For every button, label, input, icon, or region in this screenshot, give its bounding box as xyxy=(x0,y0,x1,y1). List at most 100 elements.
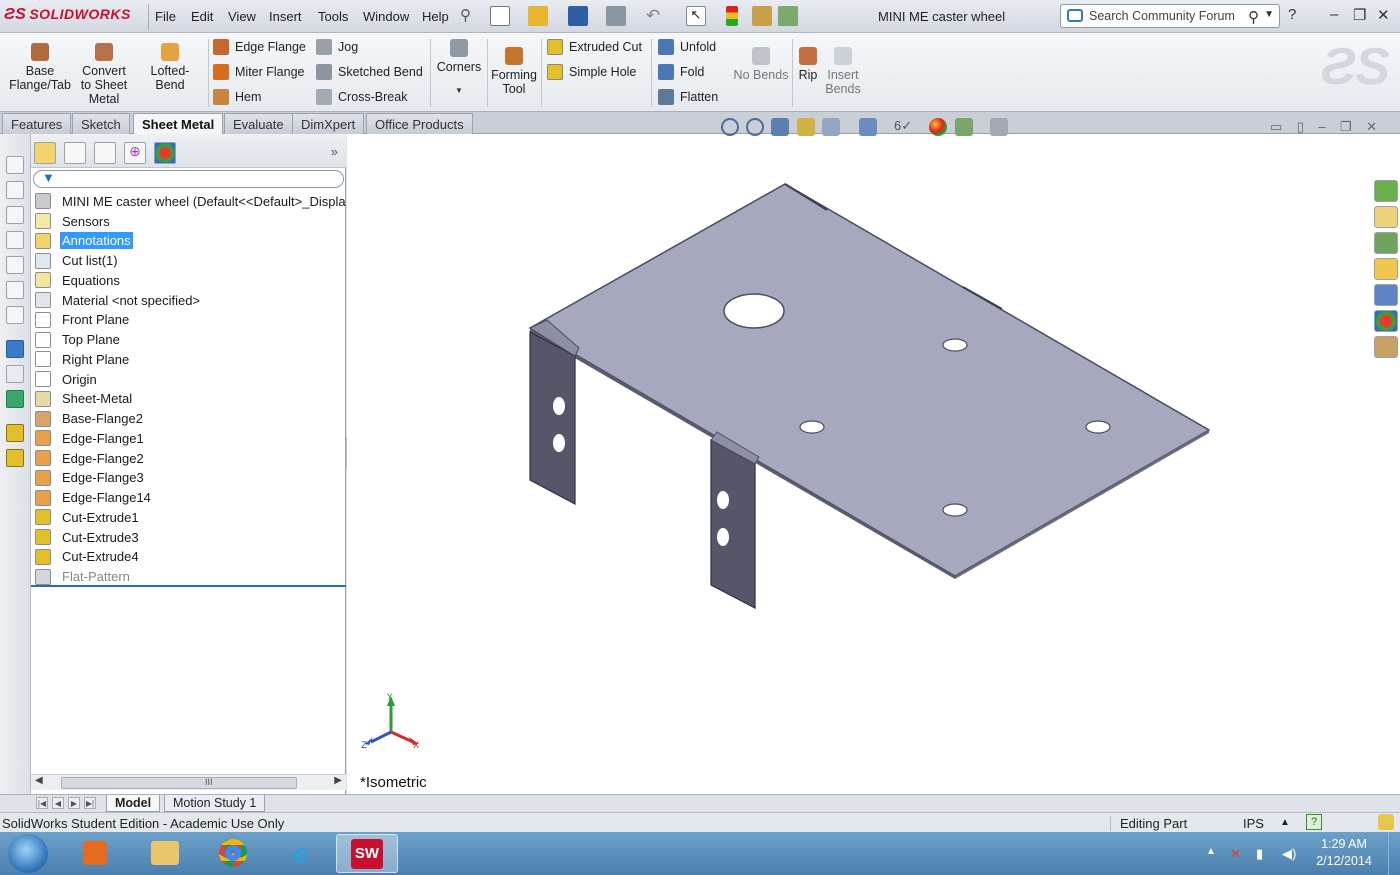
graphics-area[interactable]: Y X Z xyxy=(94,134,1400,794)
tree-item[interactable]: Annotations xyxy=(35,231,133,251)
relations-icon[interactable] xyxy=(6,390,24,408)
extrude-icon[interactable] xyxy=(6,424,24,442)
view-palette-icon[interactable] xyxy=(1374,284,1398,306)
tree-item[interactable]: Flat-Pattern xyxy=(35,567,132,587)
tab-sheet-metal[interactable]: Sheet Metal xyxy=(133,113,224,135)
unfold-button[interactable]: Unfold xyxy=(658,37,716,57)
file-properties-icon[interactable] xyxy=(752,6,772,26)
menu-file[interactable]: File xyxy=(155,9,176,24)
chevron-up-icon[interactable]: ▲ xyxy=(1280,817,1290,828)
zoom-to-area-icon[interactable] xyxy=(746,118,764,136)
tab-dimxpert[interactable]: DimXpert xyxy=(292,113,365,134)
minimize-icon[interactable]: – xyxy=(1330,6,1338,23)
tree-item[interactable]: Top Plane xyxy=(35,330,122,350)
appearances-icon[interactable] xyxy=(1374,310,1398,332)
forming-tool-button[interactable]: Forming Tool xyxy=(490,47,538,96)
extruded-cut-button[interactable]: Extruded Cut xyxy=(547,37,642,57)
volume-icon[interactable]: ◀) xyxy=(1282,846,1296,862)
home-icon[interactable] xyxy=(1374,206,1398,228)
taskbar-chrome[interactable] xyxy=(202,834,264,873)
tab-sketch[interactable]: Sketch xyxy=(72,113,130,134)
flatten-button[interactable]: Flatten xyxy=(658,87,718,107)
first-tab-icon[interactable]: |◀ xyxy=(36,797,48,809)
view-cube-icon[interactable] xyxy=(6,206,24,224)
tree-item[interactable]: Front Plane xyxy=(35,310,131,330)
feature-tree-tab-icon[interactable] xyxy=(34,142,56,164)
view-cube-icon[interactable] xyxy=(6,306,24,324)
miter-flange-button[interactable]: Miter Flange xyxy=(213,62,304,82)
print-icon[interactable] xyxy=(606,6,626,26)
cross-break-button[interactable]: Cross-Break xyxy=(316,87,407,107)
show-desktop-button[interactable] xyxy=(1388,832,1400,875)
solidworks-logo[interactable]: ƧS SOLIDWORKS xyxy=(4,6,144,28)
system-clock[interactable]: 1:29 AM 2/12/2014 xyxy=(1314,836,1374,870)
cut-icon[interactable] xyxy=(6,449,24,467)
tab-features[interactable]: Features xyxy=(2,113,72,134)
part-model[interactable]: Y X Z xyxy=(94,134,1400,794)
resources-icon[interactable] xyxy=(1374,180,1398,202)
tab-model[interactable]: Model xyxy=(106,795,161,812)
apply-scene-icon[interactable] xyxy=(955,118,973,136)
tree-item[interactable]: Origin xyxy=(35,369,99,389)
close-icon[interactable]: ✕ xyxy=(1366,119,1377,134)
tree-item[interactable]: Sensors xyxy=(35,211,112,231)
custom-properties-icon[interactable] xyxy=(1374,336,1398,358)
hem-button[interactable]: Hem xyxy=(213,87,261,107)
menu-help[interactable]: Help xyxy=(422,9,449,24)
configuration-manager-tab-icon[interactable] xyxy=(94,142,116,164)
no-bends-button[interactable]: No Bends xyxy=(732,47,790,82)
network-icon[interactable]: ✕ xyxy=(1230,846,1241,862)
tree-item[interactable]: Material <not specified> xyxy=(35,290,202,310)
scroll-left-icon[interactable]: ◀ xyxy=(35,775,43,786)
rollback-bar[interactable] xyxy=(31,585,346,587)
section-view-icon[interactable] xyxy=(797,118,815,136)
menu-view[interactable]: View xyxy=(228,9,256,24)
property-manager-tab-icon[interactable] xyxy=(64,142,86,164)
expand-panel-icon[interactable]: » xyxy=(331,144,338,159)
display-style-icon[interactable] xyxy=(859,118,877,136)
tab-evaluate[interactable]: Evaluate xyxy=(224,113,293,134)
insert-bends-button[interactable]: Insert Bends xyxy=(822,47,864,96)
minimize-icon[interactable]: – xyxy=(1318,119,1325,134)
convert-to-sheet-metal-button[interactable]: Convert to Sheet Metal xyxy=(76,43,132,106)
view-cube-icon[interactable] xyxy=(6,256,24,274)
lofted-bend-button[interactable]: Lofted-Bend xyxy=(136,43,204,92)
search-icon[interactable]: ⚲ xyxy=(1248,8,1259,26)
power-icon[interactable]: ▮ xyxy=(1256,846,1263,862)
tab-office-products[interactable]: Office Products xyxy=(366,113,473,134)
restore-icon[interactable]: ❐ xyxy=(1340,119,1352,134)
pin-icon[interactable]: ⚲ xyxy=(460,6,480,26)
unit-system-button[interactable]: IPS xyxy=(1243,816,1264,831)
notification-tag-icon[interactable] xyxy=(1378,814,1394,830)
tree-item[interactable]: Sheet-Metal xyxy=(35,389,134,409)
tree-item[interactable]: Cut list(1) xyxy=(35,251,120,271)
dimxpert-tab-icon[interactable]: ⊕ xyxy=(124,142,146,164)
tree-item[interactable]: Edge-Flange1 xyxy=(35,428,146,448)
tree-item[interactable]: Edge-Flange14 xyxy=(35,488,153,508)
taskbar-internet-explorer[interactable]: e xyxy=(270,834,332,873)
taskbar-media-player[interactable] xyxy=(64,834,126,873)
front-flange[interactable] xyxy=(710,438,756,609)
view-settings-icon[interactable] xyxy=(990,118,1008,136)
taskbar-solidworks[interactable]: SW xyxy=(336,834,398,873)
help-status-icon[interactable]: ? xyxy=(1306,814,1322,830)
next-tab-icon[interactable]: ▶ xyxy=(68,797,80,809)
tree-item[interactable]: Cut-Extrude3 xyxy=(35,527,141,547)
open-folder-icon[interactable] xyxy=(528,6,548,26)
edit-appearance-icon[interactable] xyxy=(929,118,947,136)
feature-tree-filter-input[interactable]: ▼ xyxy=(33,170,344,188)
tree-item[interactable]: Right Plane xyxy=(35,349,131,369)
tile-horizontal-icon[interactable]: ▭ xyxy=(1270,119,1282,134)
top-plate[interactable] xyxy=(528,183,1211,577)
new-document-icon[interactable] xyxy=(490,6,510,26)
save-icon[interactable] xyxy=(568,6,588,26)
scroll-right-icon[interactable]: ▶ xyxy=(334,775,342,786)
scrollbar-thumb[interactable]: III xyxy=(61,777,297,789)
menu-edit[interactable]: Edit xyxy=(191,9,213,24)
view-cube-icon[interactable] xyxy=(6,156,24,174)
taskbar-file-explorer[interactable] xyxy=(134,834,196,873)
select-pointer-icon[interactable]: ↖ xyxy=(686,6,706,26)
options-icon[interactable] xyxy=(778,6,798,26)
tile-vertical-icon[interactable]: ▯ xyxy=(1297,119,1304,134)
undo-icon[interactable]: ↶ xyxy=(646,6,666,26)
